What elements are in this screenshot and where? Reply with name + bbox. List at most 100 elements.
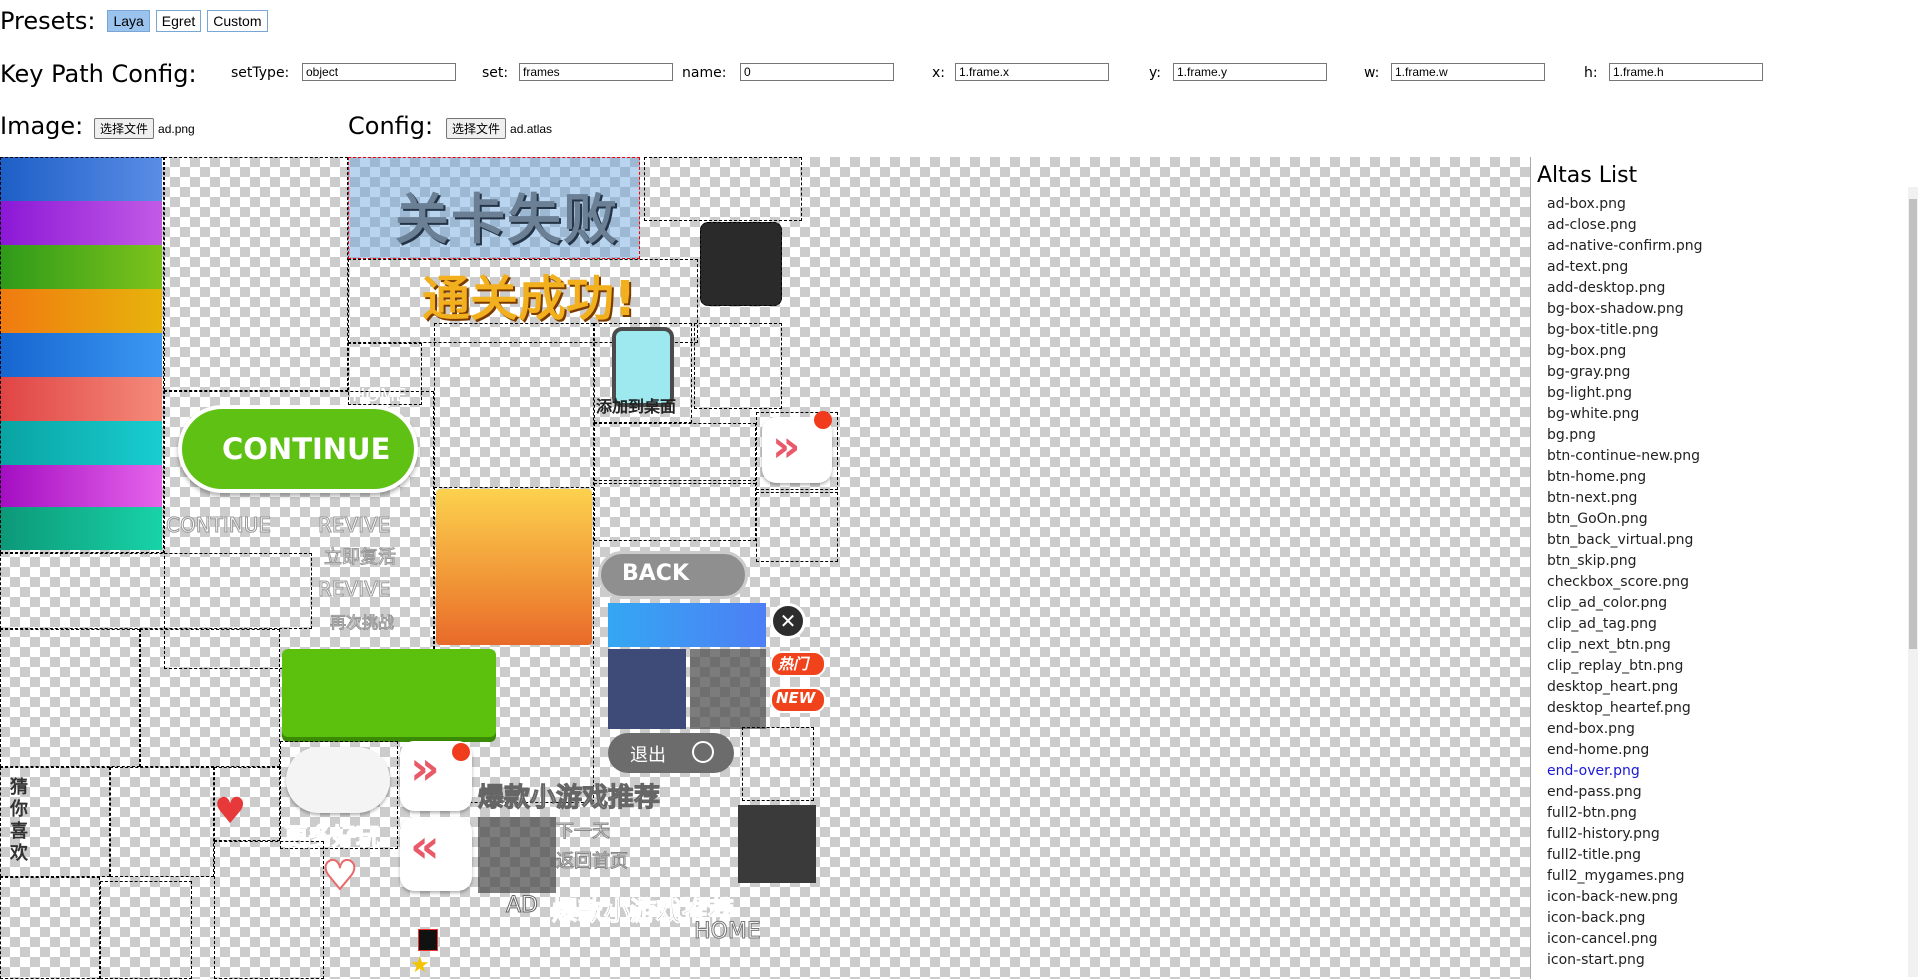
atlas-list-item[interactable]: bg.png: [1547, 425, 1920, 446]
next-day-text: 下一天: [556, 821, 611, 843]
sprite-box[interactable]: [0, 629, 140, 767]
continue-outline-text: CONTINUE: [165, 513, 272, 538]
gray-square-sprite: [478, 817, 556, 893]
dark-square-sprite: [738, 805, 816, 883]
set-label: set:: [482, 65, 509, 81]
atlas-list-item[interactable]: end-over.png: [1547, 761, 1920, 782]
w-label: w:: [1364, 65, 1380, 81]
atlas-list-item[interactable]: desktop_heartef.png: [1547, 698, 1920, 719]
sprite-box[interactable]: [100, 881, 192, 979]
atlas-list-title: Altas List: [1537, 163, 1638, 188]
atlas-list-scrollbar[interactable]: [1908, 187, 1918, 977]
keypath-label: Key Path Config:: [0, 60, 197, 88]
atlas-list-item[interactable]: clip_ad_color.png: [1547, 593, 1920, 614]
sprite-box[interactable]: [0, 553, 312, 629]
x-input[interactable]: [955, 63, 1109, 81]
ad-text: AD: [506, 893, 539, 919]
preset-custom-button[interactable]: Custom: [207, 10, 268, 32]
settype-input[interactable]: [302, 63, 456, 81]
atlas-list-item[interactable]: end-pass.png: [1547, 782, 1920, 803]
sprite-box[interactable]: [742, 727, 814, 801]
atlas-list-item[interactable]: bg-white.png: [1547, 404, 1920, 425]
atlas-list-item[interactable]: full2-title.png: [1547, 845, 1920, 866]
atlas-list-item[interactable]: ad-text.png: [1547, 257, 1920, 278]
dark-tile-sprite[interactable]: [700, 222, 782, 306]
presets-row: Presets: Laya Egret Custom: [0, 7, 268, 35]
atlas-list-item[interactable]: desktop_heart.png: [1547, 677, 1920, 698]
image-choose-file-button[interactable]: 选择文件: [94, 118, 155, 139]
atlas-list-item[interactable]: ad-close.png: [1547, 215, 1920, 236]
scrollbar-thumb[interactable]: [1909, 199, 1917, 649]
atlas-list-item[interactable]: bg-box-shadow.png: [1547, 299, 1920, 320]
atlas-list-item[interactable]: btn_skip.png: [1547, 551, 1920, 572]
sprite-box[interactable]: [0, 877, 100, 979]
name-input[interactable]: [740, 63, 894, 81]
sprite-box[interactable]: [594, 423, 756, 481]
back-text: BACK: [622, 561, 689, 586]
y-input[interactable]: [1173, 63, 1327, 81]
preset-laya-button[interactable]: Laya: [107, 10, 150, 32]
sprite-box[interactable]: [214, 841, 324, 979]
keypath-row: Key Path Config: setType: set: name: x: …: [0, 58, 1800, 92]
atlas-list-item[interactable]: ad-native-confirm.png: [1547, 236, 1920, 257]
preset-egret-button[interactable]: Egret: [155, 10, 202, 32]
atlas-list-item[interactable]: clip_ad_tag.png: [1547, 614, 1920, 635]
atlas-list-item[interactable]: btn_GoOn.png: [1547, 509, 1920, 530]
sprite-box[interactable]: [434, 323, 594, 495]
set-input[interactable]: [519, 63, 673, 81]
sprite-box[interactable]: [594, 483, 756, 541]
exit-button-sprite: [608, 733, 734, 773]
atlas-list-item[interactable]: icon-start.png: [1547, 950, 1920, 971]
h-input[interactable]: [1609, 63, 1763, 81]
atlas-list-item[interactable]: bg-box-title.png: [1547, 320, 1920, 341]
star-icon: ★: [410, 953, 430, 978]
sprite-box[interactable]: [110, 767, 214, 877]
atlas-list-item[interactable]: bg-gray.png: [1547, 362, 1920, 383]
atlas-list-item[interactable]: full2_mygames.png: [1547, 866, 1920, 887]
atlas-list-item[interactable]: end-box.png: [1547, 719, 1920, 740]
atlas-canvas[interactable]: 关卡失败 通关成功! HOME 添加到桌面 CONTINUE CONTINUE …: [0, 157, 1530, 979]
sprite-box[interactable]: [644, 157, 802, 221]
atlas-list-item[interactable]: icon-back.png: [1547, 908, 1920, 929]
atlas-list-item[interactable]: add-desktop.png: [1547, 278, 1920, 299]
w-input[interactable]: [1391, 63, 1545, 81]
config-choose-file-button[interactable]: 选择文件: [446, 118, 507, 139]
atlas-list-item[interactable]: btn-next.png: [1547, 488, 1920, 509]
atlas-list-item[interactable]: bg-light.png: [1547, 383, 1920, 404]
sprite-box[interactable]: [140, 629, 280, 767]
sprite-box[interactable]: [694, 323, 782, 409]
image-file-picker: 选择文件 ad.png: [94, 118, 195, 139]
config-file-picker: 选择文件 ad.atlas: [446, 118, 552, 139]
sprite-box[interactable]: [164, 157, 348, 391]
revive-text: REVIVE: [317, 513, 391, 538]
x-label: x:: [932, 65, 946, 81]
atlas-list-item[interactable]: ad-box.png: [1547, 194, 1920, 215]
atlas-list-item[interactable]: btn_back_virtual.png: [1547, 530, 1920, 551]
atlas-list-item[interactable]: icon-back-new.png: [1547, 887, 1920, 908]
atlas-list-item[interactable]: end-home.png: [1547, 740, 1920, 761]
atlas-list-item[interactable]: clip_replay_btn.png: [1547, 656, 1920, 677]
atlas-list-item[interactable]: icon-cancel.png: [1547, 929, 1920, 950]
name-label: name:: [682, 65, 727, 81]
image-file-name: ad.png: [158, 121, 195, 136]
black-swatch-sprite: [418, 929, 438, 951]
settype-label: setType:: [231, 65, 290, 81]
sprite-box[interactable]: [756, 492, 838, 562]
blue-bar-sprite: [608, 603, 766, 647]
orange-box-sprite: [436, 489, 592, 645]
atlas-list-item[interactable]: btn-continue-new.png: [1547, 446, 1920, 467]
close-icon: ✕: [770, 603, 806, 639]
sprite-box[interactable]: [0, 157, 164, 553]
atlas-list-item[interactable]: bg-box.png: [1547, 341, 1920, 362]
atlas-list-panel: Altas List ad-box.png ad-close.png ad-nati…: [1530, 157, 1920, 979]
double-chevron-left-icon: «: [410, 819, 440, 873]
atlas-list-item[interactable]: checkbox_score.png: [1547, 572, 1920, 593]
atlas-list-item[interactable]: full2-btn.png: [1547, 803, 1920, 824]
continue-text: CONTINUE: [222, 432, 391, 466]
return-home-text: 返回首页: [556, 851, 629, 873]
atlas-list-item[interactable]: full2-history.png: [1547, 824, 1920, 845]
atlas-list-item[interactable]: btn-home.png: [1547, 467, 1920, 488]
hot-text: 热门: [778, 655, 809, 673]
atlas-list-item[interactable]: clip_next_btn.png: [1547, 635, 1920, 656]
recommend-outline-text: 爆款小游戏推荐: [477, 783, 661, 814]
